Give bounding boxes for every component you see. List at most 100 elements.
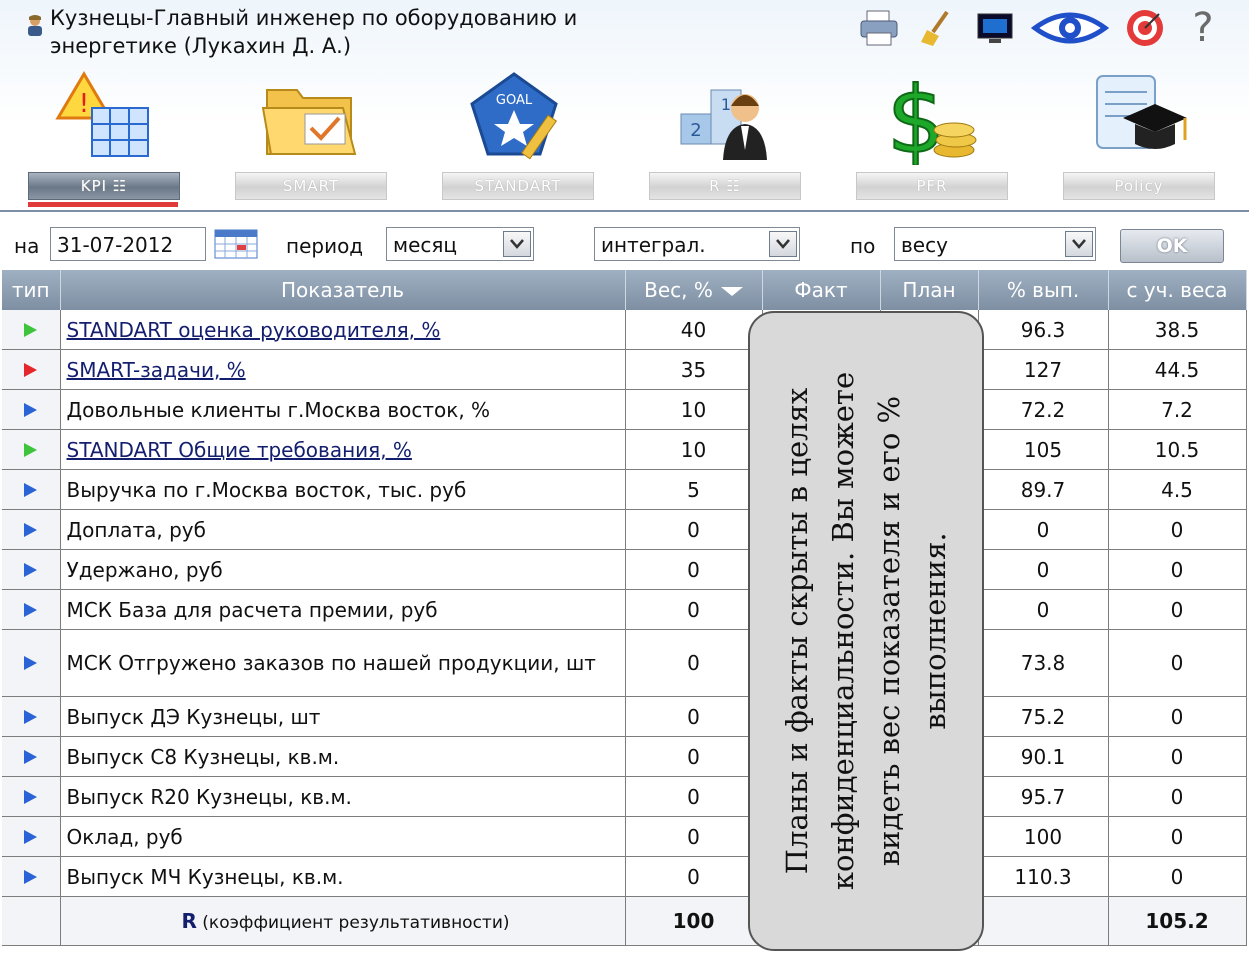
podium-person-icon: 2 1 bbox=[675, 70, 775, 165]
weight-cell: 0 bbox=[625, 856, 763, 897]
weighted-cell: 10.5 bbox=[1108, 429, 1247, 470]
table-row[interactable]: Доплата, руб 0 0 0 bbox=[2, 509, 1247, 550]
date-input[interactable]: 31-07-2012 bbox=[50, 227, 206, 261]
sort-select[interactable]: весу bbox=[894, 227, 1096, 261]
confidentiality-note-text: Планы и факты скрыты в целях конфиденциа… bbox=[780, 371, 952, 891]
row-marker-cell bbox=[2, 310, 61, 350]
indicator-link[interactable]: SMART-задачи, % bbox=[67, 358, 246, 382]
confidentiality-note: Планы и факты скрыты в целях конфиденциа… bbox=[748, 311, 984, 951]
col-fact[interactable]: Факт bbox=[762, 270, 881, 310]
table-row[interactable]: МСК Отгружено заказов по нашей продукции… bbox=[2, 629, 1247, 697]
table-row[interactable]: Выпуск R20 Кузнецы, кв.м. 0 95.7 0 bbox=[2, 776, 1247, 817]
table-row[interactable]: STANDART оценка руководителя, % 40 96.3 38.… bbox=[2, 310, 1247, 350]
weight-cell: 5 bbox=[625, 469, 763, 510]
total-weight: 100 bbox=[625, 896, 763, 946]
play-arrow-icon bbox=[24, 362, 38, 377]
chevron-down-icon[interactable] bbox=[503, 231, 531, 257]
chevron-down-icon[interactable] bbox=[1065, 231, 1093, 257]
pct-cell: 127 bbox=[978, 349, 1109, 390]
play-arrow-icon bbox=[24, 602, 38, 617]
indicator-link[interactable]: STANDART Общие требования, % bbox=[67, 438, 412, 462]
table-row[interactable]: Выпуск МЧ Кузнецы, кв.м. 0 110.3 0 bbox=[2, 856, 1247, 897]
col-pct[interactable]: % вып. bbox=[978, 270, 1109, 310]
weight-cell: 35 bbox=[625, 349, 763, 390]
tab-standart-label: STANDART bbox=[442, 172, 594, 200]
pct-cell: 73.8 bbox=[978, 629, 1109, 697]
total-label-rest: (коэффициент результативности) bbox=[196, 913, 510, 933]
tab-r[interactable]: 2 1 R ☷ bbox=[649, 70, 801, 210]
weight-cell: 0 bbox=[625, 509, 763, 550]
indicator-cell: Удержано, руб bbox=[60, 549, 626, 590]
printer-icon[interactable] bbox=[857, 8, 901, 48]
indicator-cell[interactable]: STANDART Общие требования, % bbox=[60, 429, 626, 470]
play-arrow-icon bbox=[24, 709, 38, 724]
eye-icon[interactable] bbox=[1031, 8, 1109, 48]
weight-cell: 0 bbox=[625, 696, 763, 737]
row-marker-cell bbox=[2, 389, 61, 430]
help-icon[interactable]: ? bbox=[1181, 5, 1225, 51]
total-pct bbox=[978, 896, 1109, 946]
row-marker-cell bbox=[2, 509, 61, 550]
indicator-cell[interactable]: SMART-задачи, % bbox=[60, 349, 626, 390]
ok-button[interactable]: OK bbox=[1120, 229, 1224, 263]
indicator-cell[interactable]: STANDART оценка руководителя, % bbox=[60, 310, 626, 350]
tab-kpi[interactable]: ! KPI ☷ bbox=[28, 70, 180, 210]
broom-icon[interactable] bbox=[915, 8, 959, 48]
table-row[interactable]: Выпуск С8 Кузнецы, кв.м. 0 90.1 0 bbox=[2, 736, 1247, 777]
weight-cell: 10 bbox=[625, 389, 763, 430]
total-type-cell bbox=[2, 896, 61, 946]
goal-badge-icon: GOAL bbox=[468, 70, 568, 165]
table-row[interactable]: МСК База для расчета премии, руб 0 0 0 bbox=[2, 589, 1247, 630]
target-icon[interactable] bbox=[1123, 8, 1167, 48]
total-label-bold: R bbox=[181, 909, 197, 933]
table-row[interactable]: Выручка по г.Москва восток, тыс. руб 5 89.… bbox=[2, 469, 1247, 510]
col-weight[interactable]: Вес, % bbox=[625, 270, 763, 310]
scroll-graduation-cap-icon bbox=[1089, 70, 1189, 165]
tab-policy[interactable]: Policy bbox=[1063, 70, 1215, 210]
pct-cell: 0 bbox=[978, 589, 1109, 630]
row-marker-cell bbox=[2, 856, 61, 897]
period-select[interactable]: месяц bbox=[386, 227, 534, 261]
user-icon bbox=[24, 14, 46, 36]
period-select-value: месяц bbox=[393, 233, 458, 257]
weight-cell: 0 bbox=[625, 776, 763, 817]
tab-pfr[interactable]: $ PFR bbox=[856, 66, 1008, 210]
pct-cell: 100 bbox=[978, 816, 1109, 857]
mode-select[interactable]: интеграл. bbox=[594, 227, 800, 261]
pct-cell: 72.2 bbox=[978, 389, 1109, 430]
calendar-icon[interactable] bbox=[214, 229, 258, 259]
play-arrow-icon bbox=[24, 402, 38, 417]
indicator-link[interactable]: STANDART оценка руководителя, % bbox=[67, 318, 441, 342]
col-indicator[interactable]: Показатель bbox=[60, 270, 626, 310]
dollar-coins-icon: $ bbox=[882, 66, 982, 175]
col-weight-label: Вес, % bbox=[644, 278, 713, 302]
col-type[interactable]: тип bbox=[2, 270, 61, 310]
weighted-cell: 0 bbox=[1108, 509, 1247, 550]
tab-kpi-label: KPI ☷ bbox=[28, 172, 180, 200]
chevron-down-icon[interactable] bbox=[769, 231, 797, 257]
period-label: период bbox=[286, 234, 364, 258]
table-row[interactable]: Довольные клиенты г.Москва восток, % 10 72… bbox=[2, 389, 1247, 430]
row-marker-cell bbox=[2, 776, 61, 817]
tab-smart[interactable]: SMART bbox=[235, 70, 387, 210]
play-arrow-icon bbox=[24, 789, 38, 804]
tab-standart[interactable]: GOAL STANDART bbox=[442, 70, 594, 210]
indicator-name: Выпуск С8 Кузнецы, кв.м. bbox=[66, 744, 340, 769]
table-row[interactable]: STANDART Общие требования, % 10 105 10.5 bbox=[2, 429, 1247, 470]
table-row[interactable]: SMART-задачи, % 35 127 44.5 bbox=[2, 349, 1247, 390]
row-marker-cell bbox=[2, 429, 61, 470]
table-row[interactable]: Удержано, руб 0 0 0 bbox=[2, 549, 1247, 590]
play-arrow-icon bbox=[24, 562, 38, 577]
monitor-icon[interactable] bbox=[973, 8, 1017, 48]
table-row[interactable]: Оклад, руб 0 100 0 bbox=[2, 816, 1247, 857]
title-line-2: энергетике (Лукахин Д. А.) bbox=[50, 34, 352, 58]
col-plan[interactable]: План bbox=[880, 270, 979, 310]
total-weighted: 105.2 bbox=[1108, 896, 1247, 946]
col-weighted[interactable]: с уч. веса bbox=[1108, 270, 1247, 310]
pct-cell: 89.7 bbox=[978, 469, 1109, 510]
weighted-cell: 0 bbox=[1108, 776, 1247, 817]
pct-cell: 90.1 bbox=[978, 736, 1109, 777]
table-row[interactable]: Выпуск ДЭ Кузнецы, шт 0 75.2 0 bbox=[2, 696, 1247, 737]
row-marker-cell bbox=[2, 549, 61, 590]
tab-policy-label: Policy bbox=[1063, 172, 1215, 200]
